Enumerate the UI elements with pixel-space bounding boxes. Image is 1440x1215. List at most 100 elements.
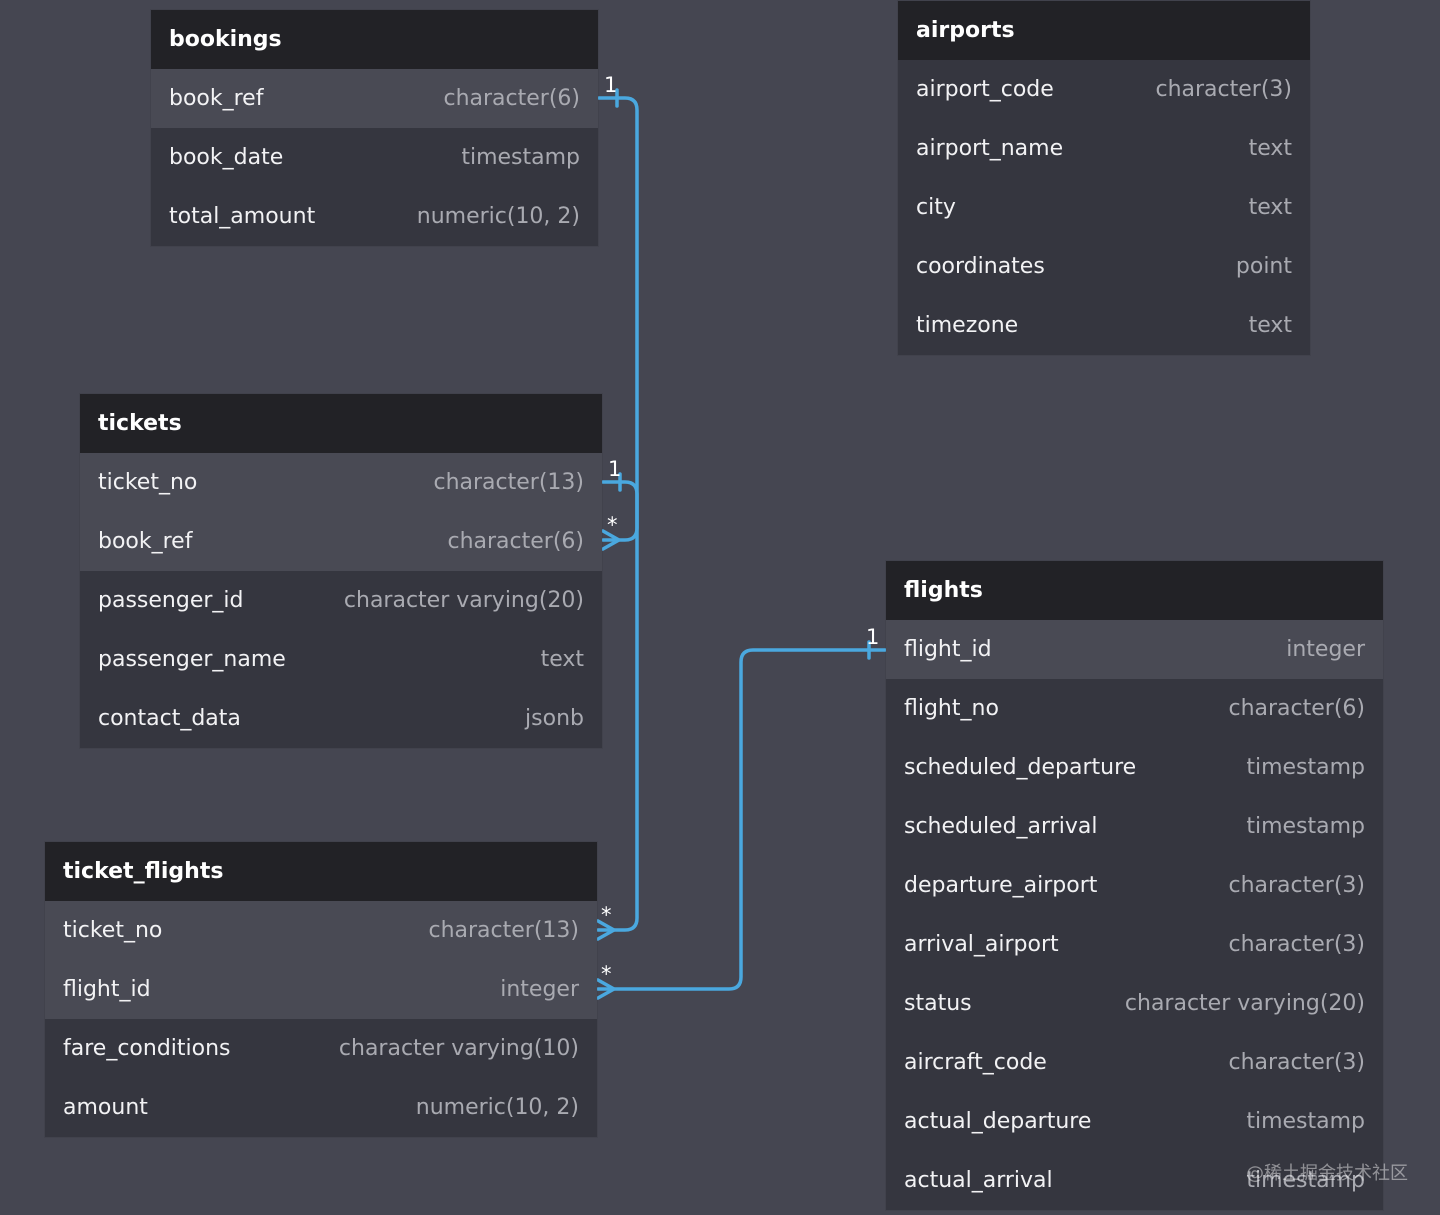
field-type: character(6) [1228, 696, 1365, 721]
table-airports[interactable]: airports airport_code character(3) airport… [898, 1, 1310, 355]
table-row[interactable]: book_ref character(6) [80, 512, 602, 571]
field-type: point [1235, 254, 1292, 279]
table-row[interactable]: actual_departure timestamp [886, 1092, 1383, 1151]
link-bookings-tickets [597, 96, 639, 542]
table-bookings[interactable]: bookings book_ref character(6) book_date ti… [151, 10, 598, 246]
field-type: timestamp [461, 145, 580, 170]
table-row[interactable]: aircraft_code character(3) [886, 1033, 1383, 1092]
table-row[interactable]: flight_id integer [886, 620, 1383, 679]
field-type: character(3) [1228, 1050, 1365, 1075]
field-type: character varying(20) [343, 588, 584, 613]
field-name: scheduled_arrival [904, 814, 1098, 839]
field-name: book_date [169, 145, 284, 170]
field-type: character(3) [1228, 873, 1365, 898]
table-title: airports [898, 1, 1310, 60]
table-flights[interactable]: flights flight_id integer flight_no charact… [886, 561, 1383, 1210]
field-type: timestamp [1246, 755, 1365, 780]
cardinality-label: * [601, 903, 612, 927]
field-type: character(13) [428, 918, 579, 943]
field-type: character varying(20) [1124, 991, 1365, 1016]
table-row[interactable]: airport_code character(3) [898, 60, 1310, 119]
field-type: text [540, 647, 584, 672]
many-marker [596, 919, 616, 941]
table-row[interactable]: ticket_no character(13) [80, 453, 602, 512]
table-row[interactable]: fare_conditions character varying(10) [45, 1019, 597, 1078]
table-row[interactable]: flight_no character(6) [886, 679, 1383, 738]
field-name: actual_arrival [904, 1168, 1053, 1193]
table-row[interactable]: passenger_id character varying(20) [80, 571, 602, 630]
field-type: character(6) [443, 86, 580, 111]
table-row[interactable]: book_ref character(6) [151, 69, 598, 128]
field-type: character(6) [447, 529, 584, 554]
table-ticket-flights[interactable]: ticket_flights ticket_no character(13) fli… [45, 842, 597, 1137]
cardinality-label: 1 [866, 625, 879, 649]
field-name: flight_id [63, 977, 151, 1002]
table-title: tickets [80, 394, 602, 453]
field-type: timestamp [1246, 814, 1365, 839]
field-type: text [1248, 195, 1292, 220]
field-type: character(13) [433, 470, 584, 495]
field-name: scheduled_departure [904, 755, 1137, 780]
field-type: character varying(10) [338, 1036, 579, 1061]
field-type: text [1248, 313, 1292, 338]
field-name: city [916, 195, 956, 220]
cardinality-label: * [607, 513, 618, 537]
field-type: integer [1286, 637, 1365, 662]
table-row[interactable]: status character varying(20) [886, 974, 1383, 1033]
cardinality-label: * [601, 962, 612, 986]
field-name: contact_data [98, 706, 241, 731]
field-name: status [904, 991, 972, 1016]
table-row[interactable]: city text [898, 178, 1310, 237]
field-name: departure_airport [904, 873, 1098, 898]
field-name: book_ref [169, 86, 264, 111]
field-name: flight_id [904, 637, 992, 662]
table-row[interactable]: contact_data jsonb [80, 689, 602, 748]
field-name: coordinates [916, 254, 1045, 279]
table-title: ticket_flights [45, 842, 597, 901]
field-name: fare_conditions [63, 1036, 231, 1061]
field-name: passenger_id [98, 588, 244, 613]
field-type: character(3) [1155, 77, 1292, 102]
field-name: amount [63, 1095, 148, 1120]
watermark: @稀土掘金技术社区 [1246, 1163, 1408, 1184]
field-name: aircraft_code [904, 1050, 1047, 1075]
table-row[interactable]: timezone text [898, 296, 1310, 355]
field-name: total_amount [169, 204, 316, 229]
table-row[interactable]: book_date timestamp [151, 128, 598, 187]
many-marker [601, 529, 621, 551]
field-type: numeric(10, 2) [416, 204, 580, 229]
field-name: arrival_airport [904, 932, 1059, 957]
table-title: flights [886, 561, 1383, 620]
field-name: ticket_no [63, 918, 163, 943]
table-row[interactable]: ticket_no character(13) [45, 901, 597, 960]
field-name: actual_departure [904, 1109, 1092, 1134]
table-row[interactable]: airport_name text [898, 119, 1310, 178]
many-marker [596, 978, 616, 1000]
cardinality-label: 1 [604, 73, 617, 97]
field-name: airport_name [916, 136, 1064, 161]
cardinality-label: 1 [608, 457, 621, 481]
table-row[interactable]: departure_airport character(3) [886, 856, 1383, 915]
field-name: flight_no [904, 696, 999, 721]
field-type: character(3) [1228, 932, 1365, 957]
table-row[interactable]: scheduled_arrival timestamp [886, 797, 1383, 856]
table-row[interactable]: scheduled_departure timestamp [886, 738, 1383, 797]
link-flights-ticketflights [596, 648, 887, 991]
field-name: airport_code [916, 77, 1054, 102]
field-type: text [1248, 136, 1292, 161]
field-name: book_ref [98, 529, 193, 554]
table-row[interactable]: passenger_name text [80, 630, 602, 689]
table-row[interactable]: flight_id integer [45, 960, 597, 1019]
table-title: bookings [151, 10, 598, 69]
table-row[interactable]: amount numeric(10, 2) [45, 1078, 597, 1137]
field-type: numeric(10, 2) [415, 1095, 579, 1120]
table-row[interactable]: coordinates point [898, 237, 1310, 296]
table-tickets[interactable]: tickets ticket_no character(13) book_ref ch… [80, 394, 602, 748]
field-name: timezone [916, 313, 1019, 338]
table-row[interactable]: total_amount numeric(10, 2) [151, 187, 598, 246]
field-type: timestamp [1246, 1109, 1365, 1134]
table-row[interactable]: arrival_airport character(3) [886, 915, 1383, 974]
field-name: passenger_name [98, 647, 286, 672]
field-type: integer [500, 977, 579, 1002]
link-tickets-ticketflights [596, 480, 639, 932]
